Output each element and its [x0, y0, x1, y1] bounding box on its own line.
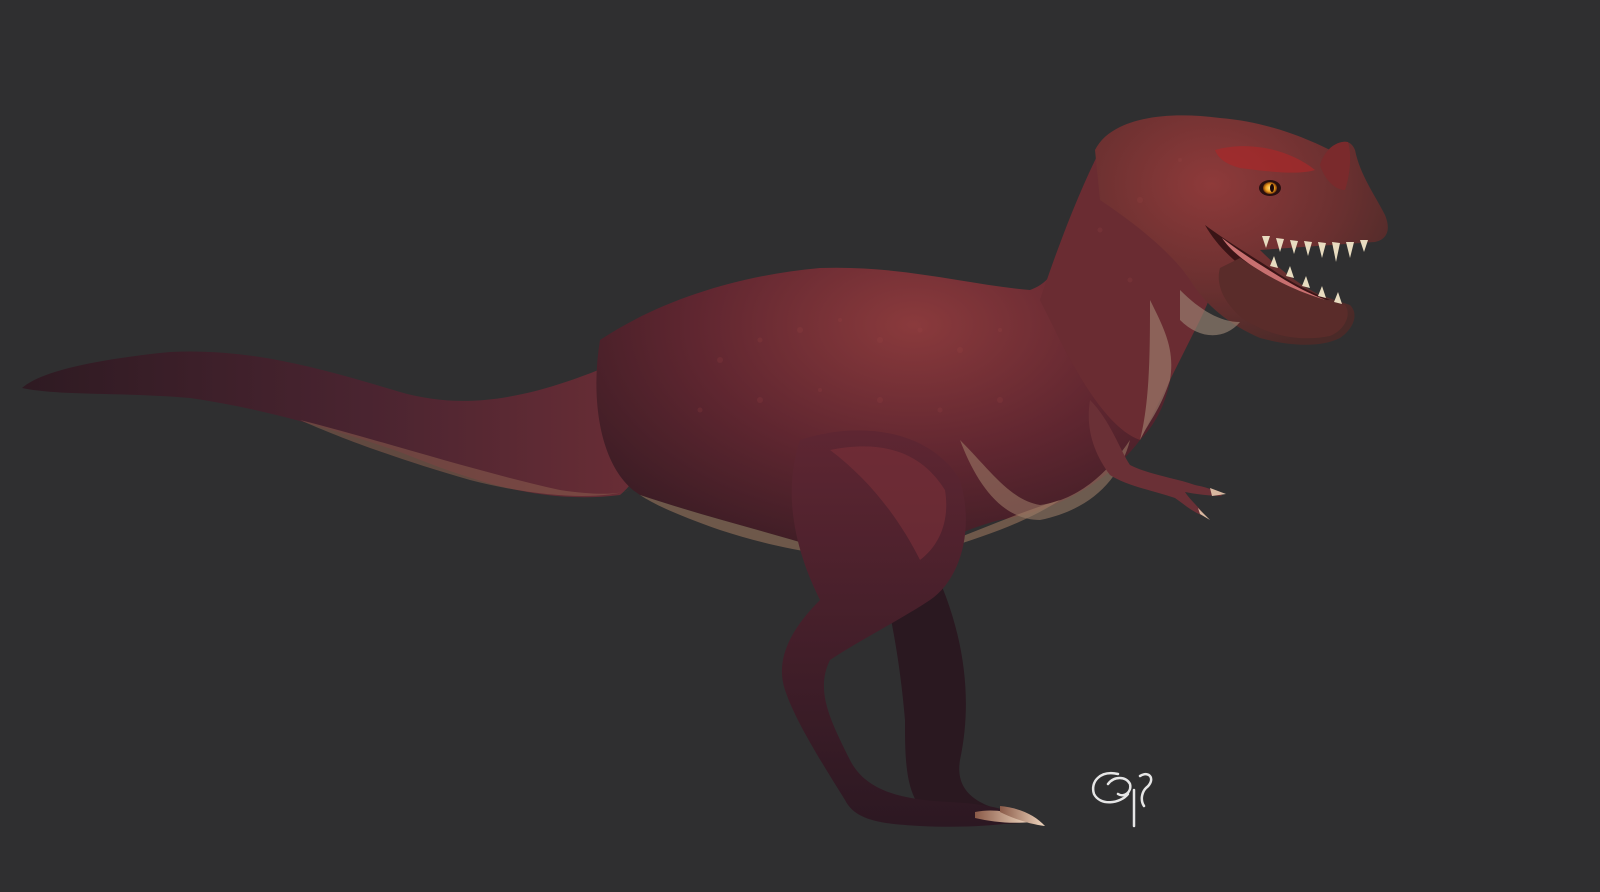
render-viewport — [0, 0, 1600, 892]
tail — [22, 351, 651, 498]
eye — [1259, 180, 1281, 196]
dinosaur-illustration — [22, 115, 1388, 828]
artist-signature-mark-icon — [1091, 771, 1153, 828]
